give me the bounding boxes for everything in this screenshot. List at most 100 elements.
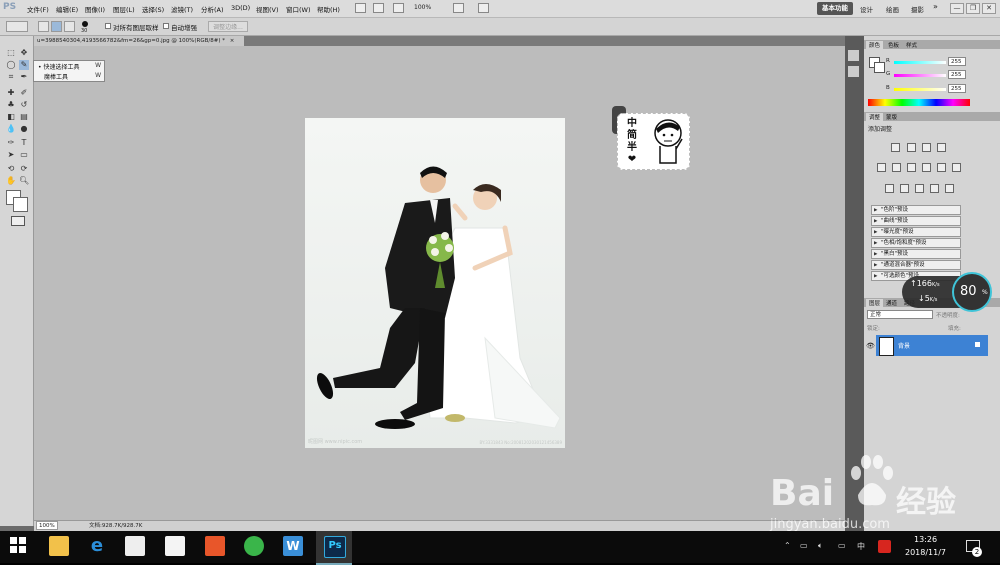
restore-button[interactable]: ❐ (966, 3, 980, 14)
history-brush-icon[interactable]: ↺ (19, 100, 29, 110)
preset-curves[interactable]: "曲线"预设 (871, 216, 961, 226)
preset-exposure[interactable]: "曝光度"预设 (871, 227, 961, 237)
zoom-level-select[interactable]: 100% (414, 4, 431, 11)
quick-mask-icon[interactable] (11, 216, 25, 226)
volume-icon[interactable]: 🔈︎ (818, 541, 823, 551)
clock-time[interactable]: 13:26 (914, 535, 937, 544)
hand-tool-icon[interactable]: ✋ (6, 176, 16, 186)
subtract-selection-icon[interactable] (64, 21, 75, 32)
type-tool-icon[interactable]: T (19, 138, 29, 148)
usage-gauge[interactable]: 80 % (952, 272, 992, 312)
screen-mode-icon[interactable] (478, 3, 489, 13)
background-color-swatch[interactable] (13, 197, 28, 212)
posterize-icon[interactable] (900, 184, 909, 193)
lasso-tool-icon[interactable]: ◯ (6, 60, 16, 70)
flyout-item-quick-selection[interactable]: • 快速选择工具 (38, 62, 79, 71)
document-tab[interactable]: u=3988540304,4193566782&fm=26&gp=0.jpg @… (34, 36, 244, 46)
quick-selection-tool-icon[interactable]: ✎ (19, 60, 29, 70)
vibrance-icon[interactable] (877, 163, 886, 172)
clone-stamp-icon[interactable]: ♣ (6, 100, 16, 110)
layer-row-background[interactable]: 背景 (876, 335, 988, 356)
clock-date[interactable]: 2018/11/7 (905, 548, 946, 557)
mail-icon[interactable] (165, 536, 185, 556)
pen-tool-icon[interactable]: ✑ (6, 138, 16, 148)
eraser-tool-icon[interactable]: ◧ (6, 112, 16, 122)
menu-window[interactable]: 窗口(W) (286, 4, 311, 14)
network-icon[interactable]: ▭ (800, 541, 808, 550)
levels-icon[interactable] (907, 143, 916, 152)
brush-tool-icon[interactable]: ✐ (19, 88, 29, 98)
minimize-button[interactable]: — (950, 3, 964, 14)
healing-brush-icon[interactable]: ✚ (6, 88, 16, 98)
start-icon[interactable] (9, 536, 29, 556)
channel-b-value[interactable]: 255 (948, 84, 966, 93)
eye-icon[interactable]: 👁︎ (866, 342, 875, 350)
hue-saturation-icon[interactable] (892, 163, 901, 172)
new-selection-icon[interactable] (38, 21, 49, 32)
color-bg-swatch[interactable] (874, 62, 885, 73)
wechat-icon[interactable] (244, 536, 264, 556)
add-to-selection-icon[interactable] (51, 21, 62, 32)
workspace-painting[interactable]: 绘画 (886, 4, 899, 14)
gradient-tool-icon[interactable]: ▤ (19, 112, 29, 122)
close-button[interactable]: ✕ (982, 3, 996, 14)
3d-orbit-icon[interactable]: ⟳ (19, 164, 29, 174)
refine-edge-button[interactable]: 调整边缘... (208, 21, 248, 32)
wps-slides-icon[interactable] (205, 536, 225, 556)
launch-bridge-icon[interactable] (355, 3, 366, 13)
workspace-more[interactable]: » (933, 2, 938, 11)
exposure-icon[interactable] (937, 143, 946, 152)
status-zoom-input[interactable]: 100% (36, 521, 58, 530)
menu-image[interactable]: 图像(I) (85, 4, 105, 14)
tab-masks[interactable]: 蒙版 (886, 113, 897, 121)
workspace-essentials[interactable]: 基本功能 (817, 2, 853, 15)
menu-select[interactable]: 选择(S) (142, 4, 164, 14)
tab-channels[interactable]: 通道 (886, 299, 897, 307)
workspace-photography[interactable]: 摄影 (911, 4, 924, 14)
preset-channel-mixer[interactable]: "通道混合器"预设 (871, 260, 961, 270)
channel-g-value[interactable]: 255 (948, 70, 966, 79)
threshold-icon[interactable] (915, 184, 924, 193)
arrange-documents-icon[interactable] (453, 3, 464, 13)
ime-indicator[interactable]: 中 (857, 541, 865, 552)
document-close-icon[interactable]: × (230, 38, 235, 44)
channel-mixer-icon[interactable] (952, 163, 961, 172)
curves-icon[interactable] (922, 143, 931, 152)
selective-color-icon[interactable] (945, 184, 954, 193)
sample-all-layers-checkbox[interactable] (105, 23, 111, 29)
preset-hue-saturation[interactable]: "色相/饱和度"预设 (871, 238, 961, 248)
view-extras-icon[interactable] (393, 3, 404, 13)
3d-rotate-icon[interactable]: ⟲ (6, 164, 16, 174)
brightness-icon[interactable] (891, 143, 900, 152)
move-tool-icon[interactable]: ✥ (19, 48, 29, 58)
path-selection-icon[interactable]: ➤ (6, 150, 16, 160)
marquee-tool-icon[interactable]: ⬚ (6, 48, 16, 58)
blur-tool-icon[interactable]: 💧 (6, 124, 16, 134)
mini-bridge-icon[interactable] (373, 3, 384, 13)
flyout-item-magic-wand[interactable]: 魔棒工具 (44, 72, 68, 81)
dodge-tool-icon[interactable]: ● (19, 124, 29, 134)
menu-edit[interactable]: 编辑(E) (56, 4, 78, 14)
document-image[interactable]: 昵图网 www.nipic.com BY:3331843 No:20081202… (305, 118, 565, 448)
menu-file[interactable]: 文件(F) (27, 4, 49, 14)
auto-enhance-checkbox[interactable] (163, 23, 169, 29)
menu-view[interactable]: 视图(V) (256, 4, 279, 14)
tab-styles[interactable]: 样式 (906, 41, 917, 49)
menu-help[interactable]: 帮助(H) (317, 4, 340, 14)
brush-preview-icon[interactable] (82, 21, 88, 27)
shape-tool-icon[interactable]: ▭ (19, 150, 29, 160)
menu-analysis[interactable]: 分析(A) (201, 4, 224, 14)
store-icon[interactable] (125, 536, 145, 556)
black-white-icon[interactable] (922, 163, 931, 172)
color-balance-icon[interactable] (907, 163, 916, 172)
crop-tool-icon[interactable]: ⌗ (6, 72, 16, 82)
sogou-input-icon[interactable] (878, 540, 891, 553)
menu-3d[interactable]: 3D(D) (231, 4, 250, 12)
tool-preset-picker[interactable] (6, 21, 28, 32)
color-spectrum-bar[interactable] (868, 99, 970, 106)
channel-g-slider[interactable] (894, 74, 946, 77)
zoom-tool-icon[interactable]: 🔍︎ (19, 176, 29, 186)
channel-r-value[interactable]: 255 (948, 57, 966, 66)
tray-chevron-icon[interactable]: ⌃ (784, 541, 791, 550)
document-info[interactable]: 文档:928.7K/928.7K (89, 521, 142, 531)
